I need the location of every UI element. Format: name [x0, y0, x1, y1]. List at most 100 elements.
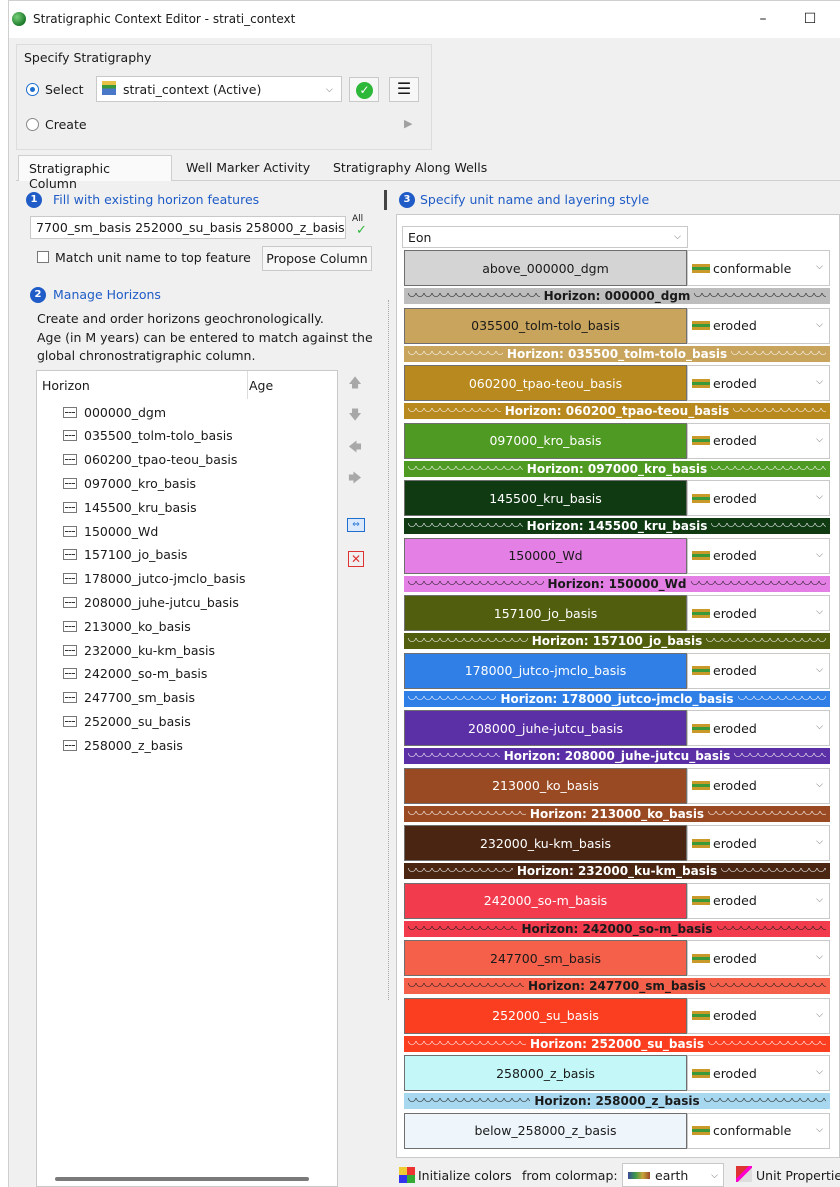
match-unit-checkbox[interactable] — [37, 251, 49, 263]
chevron-down-icon: ⌵ — [816, 952, 823, 962]
play-icon[interactable]: ▶ — [404, 117, 412, 130]
layering-style-combo[interactable]: eroded ⌵ — [687, 307, 830, 344]
unit-name: 247700_sm_basis — [490, 950, 601, 966]
layering-style-combo[interactable]: conformable ⌵ — [687, 1112, 830, 1149]
unit-name-box[interactable]: 035500_tolm-tolo_basis — [404, 307, 687, 344]
horizon-list-item[interactable]: 242000_so-m_basis — [63, 663, 207, 685]
unit-name-box[interactable]: 247700_sm_basis — [404, 940, 687, 976]
step-3-badge: 3 — [399, 192, 415, 208]
apply-button[interactable]: ✓ — [349, 77, 379, 102]
select-radio[interactable] — [26, 83, 39, 96]
layering-style-combo[interactable]: eroded ⌵ — [687, 652, 830, 689]
col-horizon-header[interactable]: Horizon — [42, 378, 90, 393]
horizon-list-item[interactable]: 232000_ku-km_basis — [63, 639, 215, 661]
layering-style-combo[interactable]: eroded ⌵ — [687, 537, 830, 574]
layering-style-combo[interactable]: eroded ⌵ — [687, 882, 830, 919]
unit-name-box[interactable]: 060200_tpao-teou_basis — [404, 365, 687, 401]
horizon-separator: Horizon: 035500_tolm-tolo_basis — [404, 345, 830, 362]
splitter-line — [388, 300, 389, 1000]
step-1-badge: 1 — [26, 192, 42, 208]
move-right-icon[interactable]: 🡆 — [344, 468, 366, 490]
manage-desc-2: Age (in M years) can be entered to match… — [37, 330, 373, 345]
unit-name-box[interactable]: 232000_ku-km_basis — [404, 825, 687, 861]
layering-style-combo[interactable]: eroded ⌵ — [687, 1055, 830, 1091]
layering-style-combo[interactable]: conformable ⌵ — [687, 250, 830, 286]
horizon-name: 258000_z_basis — [84, 737, 183, 753]
initialize-colors-button[interactable]: Initialize colors — [418, 1168, 512, 1183]
menu-button[interactable]: ☰ — [389, 77, 419, 102]
unit-name-box[interactable]: above_000000_dgm — [404, 250, 687, 286]
create-radio[interactable] — [26, 118, 39, 131]
chevron-down-icon: ⌵ — [816, 319, 823, 330]
tab-well-marker-activity[interactable]: Well Marker Activity — [176, 155, 320, 181]
horizon-list-item[interactable]: 213000_ko_basis — [63, 615, 191, 637]
horizon-list-item[interactable]: 150000_Wd — [63, 520, 158, 542]
unit-name-box[interactable]: 145500_kru_basis — [404, 480, 687, 516]
horizon-list[interactable]: Horizon Age 000000_dgm 035500_tolm-tolo_b… — [36, 370, 338, 1187]
layering-style-combo[interactable]: eroded ⌵ — [687, 710, 830, 746]
horizon-icon — [63, 406, 77, 418]
horizon-list-item[interactable]: 252000_su_basis — [63, 710, 191, 732]
layering-style-icon — [692, 953, 710, 963]
wavy-line-icon — [706, 638, 827, 644]
move-left-icon[interactable]: 🡄 — [344, 437, 366, 459]
strati-context-value: strati_context (Active) — [123, 82, 262, 97]
tab-stratigraphy-along-wells[interactable]: Stratigraphy Along Wells — [323, 155, 497, 181]
horizon-list-item[interactable]: 097000_kro_basis — [63, 472, 196, 494]
add-horizon-icon[interactable]: ⇔ — [347, 518, 365, 532]
wavy-line-icon — [408, 580, 544, 587]
wavy-line-icon — [408, 408, 501, 414]
unit-name-box[interactable]: 178000_jutco-jmclo_basis — [404, 652, 687, 689]
chevron-down-icon: ⌵ — [816, 894, 823, 905]
horizon-list-item[interactable]: 145500_kru_basis — [63, 496, 197, 518]
layering-style-combo[interactable]: eroded ⌵ — [687, 595, 830, 631]
horizon-list-item[interactable]: 035500_tolm-tolo_basis — [63, 425, 233, 447]
level-combo[interactable]: Eon ⌵ — [402, 226, 688, 248]
layering-style-combo[interactable]: eroded ⌵ — [687, 422, 830, 459]
horizon-features-combo[interactable]: 7700_sm_basis 252000_su_basis 258000_z_b… — [30, 216, 346, 239]
horizon-name: 252000_su_basis — [84, 713, 191, 729]
col-age-header[interactable]: Age — [249, 378, 273, 393]
unit-name-box[interactable]: below_258000_z_basis — [404, 1112, 687, 1149]
propose-column-button[interactable]: Propose Column — [262, 246, 372, 271]
layering-style-combo[interactable]: eroded ⌵ — [687, 940, 830, 976]
unit-name-box[interactable]: 208000_juhe-jutcu_basis — [404, 710, 687, 746]
move-up-icon[interactable]: 🡅 — [344, 373, 366, 395]
unit-name-box[interactable]: 213000_ko_basis — [404, 767, 687, 804]
all-check-icon: ✓ — [356, 223, 367, 238]
horizon-list-item[interactable]: 258000_z_basis — [63, 734, 183, 756]
splitter-handle[interactable] — [384, 190, 387, 210]
horizontal-scrollbar[interactable] — [55, 1177, 309, 1181]
unit-name-box[interactable]: 157100_jo_basis — [404, 595, 687, 631]
layering-style-combo[interactable]: eroded ⌵ — [687, 767, 830, 804]
layering-style-combo[interactable]: eroded ⌵ — [687, 825, 830, 861]
unit-name-box[interactable]: 252000_su_basis — [404, 997, 687, 1034]
unit-name-box[interactable]: 258000_z_basis — [404, 1055, 687, 1091]
unit-name-box[interactable]: 150000_Wd — [404, 537, 687, 574]
tab-stratigraphic-column[interactable]: Stratigraphic Column — [18, 155, 172, 191]
wavy-line-icon — [408, 753, 500, 759]
minimize-button[interactable]: – — [748, 8, 778, 32]
fill-title: Fill with existing horizon features — [53, 192, 260, 207]
unit-name-box[interactable]: 097000_kro_basis — [404, 422, 687, 459]
move-down-icon[interactable]: 🡇 — [344, 405, 366, 427]
layering-style-combo[interactable]: eroded ⌵ — [687, 997, 830, 1034]
layering-style-icon — [692, 321, 710, 330]
horizon-list-item[interactable]: 157100_jo_basis — [63, 544, 187, 566]
layering-style-value: eroded — [713, 433, 757, 448]
horizon-list-item[interactable]: 000000_dgm — [63, 401, 166, 423]
layering-style-combo[interactable]: eroded ⌵ — [687, 365, 830, 401]
horizon-list-item[interactable]: 208000_juhe-jutcu_basis — [63, 591, 239, 613]
wavy-line-icon — [708, 810, 826, 817]
maximize-button[interactable]: ☐ — [795, 8, 825, 32]
colormap-combo[interactable]: earth ⌵ — [622, 1163, 724, 1187]
horizon-list-item[interactable]: 060200_tpao-teou_basis — [63, 449, 237, 471]
unit-name-box[interactable]: 242000_so-m_basis — [404, 882, 687, 919]
select-label: Select — [45, 82, 84, 97]
delete-icon[interactable]: ✕ — [348, 551, 364, 567]
horizon-list-item[interactable]: 247700_sm_basis — [63, 687, 195, 709]
unit-properties-button[interactable]: Unit Propertie — [756, 1168, 840, 1183]
layering-style-combo[interactable]: eroded ⌵ — [687, 480, 830, 516]
header-divider — [247, 371, 248, 399]
horizon-list-item[interactable]: 178000_jutco-jmclo_basis — [63, 568, 246, 590]
